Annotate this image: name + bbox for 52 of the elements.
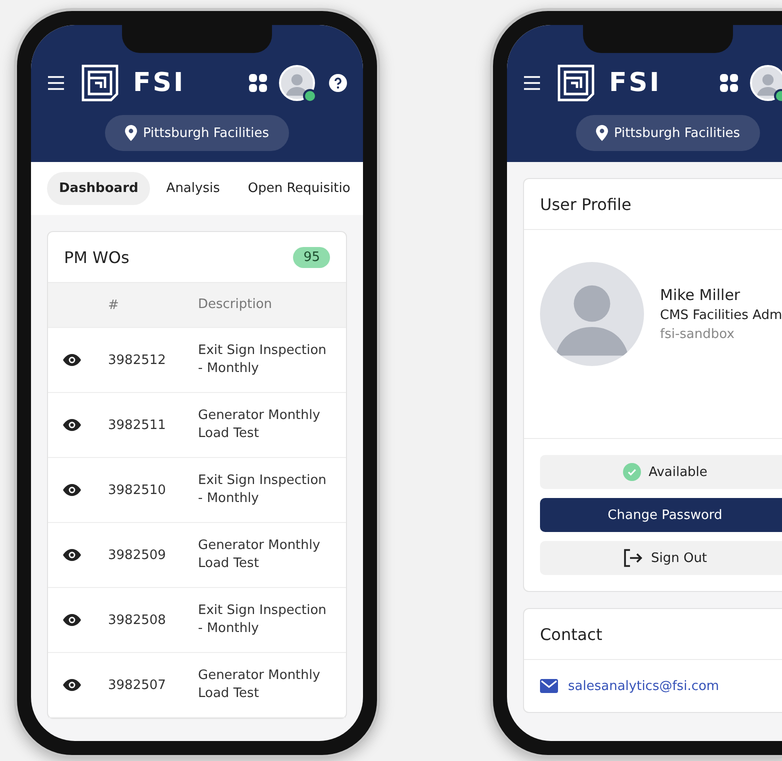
location-pin-icon: [596, 125, 608, 141]
eye-icon[interactable]: [63, 484, 81, 496]
card-title: User Profile: [540, 194, 632, 214]
help-icon[interactable]: [329, 74, 347, 92]
card-title: PM WOs: [64, 248, 130, 266]
change-password-button[interactable]: Change Password: [540, 498, 782, 532]
table-cell-text: 3982512: [107, 352, 167, 368]
user-role: CMS Facilities Adm: [660, 308, 782, 323]
apps-icon[interactable]: [249, 74, 267, 92]
table-cell-text: Exit Sign Inspection - Monthly: [198, 472, 328, 508]
check-icon: [622, 463, 641, 481]
user-name: Mike Miller: [660, 286, 742, 304]
eye-icon[interactable]: [63, 614, 81, 626]
user-organization: fsi-sandbox: [660, 327, 736, 342]
count-badge: 95: [293, 246, 330, 268]
card-title: Contact: [540, 624, 602, 644]
mail-icon: [540, 679, 558, 693]
location-selector[interactable]: Pittsburgh Facilities: [576, 115, 760, 151]
menu-icon[interactable]: [523, 75, 541, 91]
eye-icon[interactable]: [63, 419, 81, 431]
logo-icon: [81, 64, 119, 102]
sign-out-icon: [622, 549, 643, 567]
table-cell-text: 3982507: [107, 678, 167, 692]
table-cell-text: 3982508: [107, 612, 167, 628]
eye-icon[interactable]: [63, 549, 81, 561]
status-label: Available: [648, 464, 708, 480]
avatar: [279, 65, 315, 101]
table-cell-text: 3982511: [107, 418, 167, 432]
column-header: #: [107, 298, 120, 312]
table-cell-text: 3982510: [107, 482, 167, 498]
tab[interactable]: Dashboard: [47, 172, 150, 205]
eye-icon[interactable]: [63, 679, 81, 691]
column-header: Description: [198, 296, 274, 314]
brand-name: FSI: [609, 68, 662, 98]
apps-icon[interactable]: [720, 74, 738, 92]
location-pin-icon: [124, 125, 137, 141]
tab[interactable]: Analysis: [154, 172, 232, 205]
tab[interactable]: Open Requisitio: [236, 172, 362, 205]
menu-icon[interactable]: [47, 75, 65, 91]
avatar: [750, 65, 782, 101]
table-cell-text: Generator Monthly Load Test: [198, 407, 322, 443]
table-cell-text: 3982509: [107, 548, 167, 562]
brand-name: FSI: [133, 68, 186, 98]
location-selector[interactable]: Pittsburgh Facilities: [104, 115, 290, 151]
table-cell-text: Generator Monthly Load Test: [198, 667, 322, 703]
sign-out-button[interactable]: Sign Out: [540, 541, 782, 575]
eye-icon[interactable]: [63, 354, 81, 366]
logo-icon: [557, 64, 595, 102]
email-link[interactable]: salesanalytics@fsi.com: [568, 678, 720, 694]
table-cell-text: Generator Monthly Load Test: [198, 537, 322, 573]
table-cell-text: Exit Sign Inspection - Monthly: [198, 602, 328, 638]
table-cell-text: Exit Sign Inspection - Monthly: [198, 342, 328, 378]
